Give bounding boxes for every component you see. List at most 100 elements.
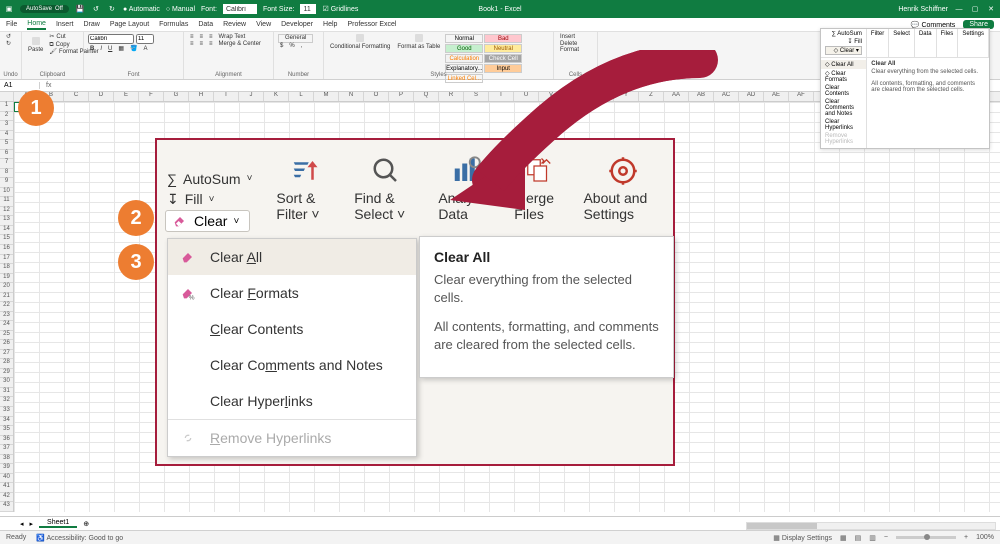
close-icon[interactable]: ✕ (986, 4, 996, 14)
qat-fontsize-input[interactable] (300, 4, 316, 14)
big-analyze-data-button[interactable]: Analyze Data (428, 140, 504, 238)
row-header[interactable]: 25 (0, 331, 13, 341)
menu-developer[interactable]: Developer (281, 21, 313, 28)
col-header[interactable]: H (189, 92, 214, 101)
insert-cells-button[interactable]: Insert (558, 34, 593, 41)
redo-button[interactable]: ↻ (4, 41, 17, 48)
col-header[interactable]: X (589, 92, 614, 101)
format-as-table-button[interactable]: Format as Table (395, 34, 442, 51)
col-header[interactable]: N (339, 92, 364, 101)
mini-clear-comments[interactable]: Clear Comments and Notes (821, 98, 866, 118)
row-header[interactable]: 35 (0, 426, 13, 436)
mini-files[interactable]: Files (937, 29, 959, 57)
col-header[interactable]: V (539, 92, 564, 101)
col-header[interactable]: G (164, 92, 189, 101)
mini-clear-all[interactable]: ◇ Clear All (821, 60, 866, 69)
row-header[interactable]: 17 (0, 255, 13, 265)
row-header[interactable]: 24 (0, 321, 13, 331)
row-header[interactable]: 34 (0, 417, 13, 427)
row-headers[interactable]: 1234567891011121314151617181920212223242… (0, 102, 14, 512)
mini-filter[interactable]: Filter (867, 29, 889, 57)
mini-fill[interactable]: ↧ Fill (825, 38, 862, 45)
font-size-input[interactable] (136, 34, 154, 44)
currency-button[interactable]: $ (278, 43, 285, 50)
big-about-settings-button[interactable]: About and Settings (573, 140, 673, 238)
italic-button[interactable]: I (98, 46, 104, 53)
calc-auto[interactable]: ● Automatic (123, 6, 160, 13)
view-page[interactable]: ▤ (855, 534, 862, 542)
row-header[interactable]: 32 (0, 397, 13, 407)
col-header[interactable]: AA (664, 92, 689, 101)
big-clear-button[interactable]: Clear ˅ (165, 210, 250, 232)
row-header[interactable]: 30 (0, 378, 13, 388)
mini-clear-formats[interactable]: ◇ Clear Formats (821, 69, 866, 84)
save-icon[interactable]: 💾 (75, 4, 85, 14)
col-header[interactable]: AD (739, 92, 764, 101)
bold-button[interactable]: B (88, 46, 96, 53)
col-header[interactable]: AC (714, 92, 739, 101)
col-header[interactable]: Q (414, 92, 439, 101)
big-sort-filter-button[interactable]: Sort & Filter ˅ (266, 140, 344, 238)
mini-autosum[interactable]: ∑ AutoSum (825, 31, 862, 37)
mini-clear-contents[interactable]: Clear Contents (821, 84, 866, 98)
redo-icon[interactable]: ↻ (107, 4, 117, 14)
add-sheet-button[interactable]: ⊕ (83, 520, 89, 528)
col-header[interactable]: I (214, 92, 239, 101)
menu-clear-hyperlinks[interactable]: Clear Hyperlinks (168, 383, 416, 419)
row-header[interactable]: 8 (0, 169, 13, 179)
status-accessibility[interactable]: ♿ Accessibility: Good to go (36, 534, 123, 542)
align-left[interactable]: ≡ (188, 41, 196, 48)
gridlines-toggle[interactable]: ☑ Gridlines (322, 5, 358, 13)
align-mid[interactable]: ≡ (198, 34, 206, 41)
row-header[interactable]: 39 (0, 464, 13, 474)
row-header[interactable]: 9 (0, 178, 13, 188)
menu-clear-comments[interactable]: Clear Comments and Notes (168, 347, 416, 383)
view-normal[interactable]: ▦ (840, 534, 847, 542)
col-header[interactable]: J (239, 92, 264, 101)
horizontal-scrollbar[interactable] (746, 522, 996, 530)
align-center[interactable]: ≡ (198, 41, 206, 48)
row-header[interactable]: 38 (0, 455, 13, 465)
col-header[interactable]: K (264, 92, 289, 101)
mini-data[interactable]: Data (915, 29, 937, 57)
row-header[interactable]: 7 (0, 159, 13, 169)
undo-button[interactable]: ↺ (4, 34, 17, 41)
qat-font-input[interactable] (223, 4, 257, 14)
row-header[interactable]: 20 (0, 283, 13, 293)
mini-select[interactable]: Select (889, 29, 915, 57)
row-header[interactable]: 2 (0, 112, 13, 122)
col-header[interactable]: C (64, 92, 89, 101)
row-header[interactable]: 13 (0, 216, 13, 226)
number-format-select[interactable]: General (278, 34, 313, 43)
row-header[interactable]: 37 (0, 445, 13, 455)
col-header[interactable]: T (489, 92, 514, 101)
name-box[interactable]: A1 (0, 82, 40, 89)
col-header[interactable]: F (139, 92, 164, 101)
menu-professor-excel[interactable]: Professor Excel (347, 21, 396, 28)
row-header[interactable]: 36 (0, 436, 13, 446)
row-header[interactable]: 12 (0, 207, 13, 217)
menu-pagelayout[interactable]: Page Layout (110, 21, 149, 28)
big-merge-files-button[interactable]: Merge Files (504, 140, 573, 238)
row-header[interactable]: 27 (0, 350, 13, 360)
border-button[interactable]: ▦ (116, 46, 126, 53)
row-header[interactable]: 33 (0, 407, 13, 417)
col-header[interactable]: M (314, 92, 339, 101)
calc-manual[interactable]: ○ Manual (166, 6, 195, 13)
zoom-slider[interactable] (896, 536, 956, 539)
sheet-nav-next[interactable]: ▸ (30, 520, 34, 528)
sheet-tab-sheet1[interactable]: Sheet1 (39, 519, 77, 528)
row-header[interactable]: 23 (0, 312, 13, 322)
mini-settings[interactable]: Settings (958, 29, 989, 57)
big-fill-button[interactable]: ↧ Fill ˅ (167, 191, 252, 208)
percent-button[interactable]: % (287, 43, 296, 50)
col-header[interactable]: P (389, 92, 414, 101)
col-header[interactable]: E (114, 92, 139, 101)
align-bot[interactable]: ≡ (207, 34, 215, 41)
col-header[interactable] (0, 92, 14, 101)
row-header[interactable]: 15 (0, 235, 13, 245)
zoom-in[interactable]: + (964, 534, 968, 541)
col-header[interactable]: AF (789, 92, 814, 101)
wrap-text[interactable]: Wrap Text (217, 34, 248, 41)
row-header[interactable]: 3 (0, 121, 13, 131)
